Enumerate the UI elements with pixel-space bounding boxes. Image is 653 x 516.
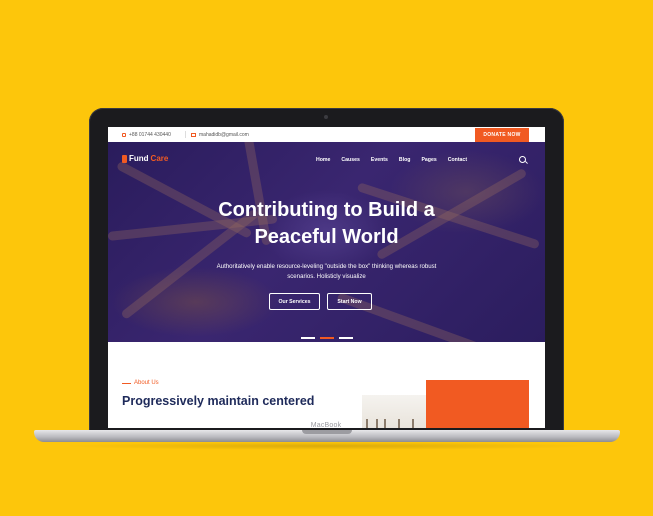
nav-item-contact[interactable]: Contact <box>448 157 467 163</box>
hero-lead-line-2: scenarios. Holisticly visualize <box>287 273 366 280</box>
nav-item-pages[interactable]: Pages <box>421 157 436 163</box>
divider <box>185 131 186 138</box>
logo-text: Fund <box>129 154 149 163</box>
label-line <box>122 382 131 384</box>
image-detail <box>412 419 414 428</box>
laptop-screen: +88 01744 430440 mahadidb@gmail.com DONA… <box>108 127 545 428</box>
nav-item-causes[interactable]: Causes <box>341 157 359 163</box>
phone-number: +88 01744 430440 <box>129 132 171 138</box>
slider-dot[interactable] <box>339 337 353 339</box>
start-now-button[interactable]: Start Now <box>327 293 372 310</box>
nav-item-home[interactable]: Home <box>316 157 330 163</box>
hero-banner: Fund Care Home Causes Events Blog Pages C… <box>108 142 545 342</box>
mail-icon <box>191 133 196 137</box>
about-title: Progressively maintain centered <box>122 394 315 408</box>
image-detail <box>398 419 400 428</box>
main-nav: Fund Care Home Causes Events Blog Pages C… <box>108 142 545 164</box>
logo-icon <box>122 154 127 163</box>
camera-icon <box>324 115 328 119</box>
hero-title: Contributing to Build a Peaceful World <box>108 197 545 251</box>
hero-lead-line-1: Authoritatively enable resource-leveling… <box>216 263 437 270</box>
device-brand: MacBook <box>310 422 342 429</box>
slider-dots <box>301 337 353 339</box>
top-bar: +88 01744 430440 mahadidb@gmail.com DONA… <box>108 127 545 142</box>
email-address: mahadidb@gmail.com <box>199 132 249 138</box>
contact-email[interactable]: mahadidb@gmail.com <box>191 132 249 138</box>
contact-phone[interactable]: +88 01744 430440 <box>122 132 171 138</box>
donate-now-button[interactable]: DONATE NOW <box>475 128 529 142</box>
hero-title-line-2: Peaceful World <box>254 226 399 248</box>
logo-text-accent: Care <box>150 154 169 163</box>
nav-item-events[interactable]: Events <box>371 157 388 163</box>
search-icon[interactable] <box>519 156 526 163</box>
slider-dot-active[interactable] <box>320 337 334 339</box>
about-highlight-box <box>426 380 529 428</box>
about-label: About Us <box>122 380 159 386</box>
image-detail <box>376 419 378 428</box>
image-detail <box>384 419 386 428</box>
laptop-shadow <box>60 442 594 450</box>
nav-item-blog[interactable]: Blog <box>399 157 411 163</box>
hero-lead: Authoritatively enable resource-leveling… <box>188 262 465 282</box>
image-detail <box>366 419 368 428</box>
laptop-base <box>34 430 620 442</box>
logo[interactable]: Fund Care <box>122 154 168 163</box>
slider-dot[interactable] <box>301 337 315 339</box>
laptop-notch <box>302 430 352 434</box>
phone-icon <box>122 133 126 137</box>
nav-menu: Home Causes Events Blog Pages Contact <box>316 157 467 163</box>
about-label-text: About Us <box>134 380 159 386</box>
about-image <box>362 395 426 428</box>
our-services-button[interactable]: Our Services <box>269 293 320 310</box>
hero-title-line-1: Contributing to Build a <box>218 199 435 221</box>
